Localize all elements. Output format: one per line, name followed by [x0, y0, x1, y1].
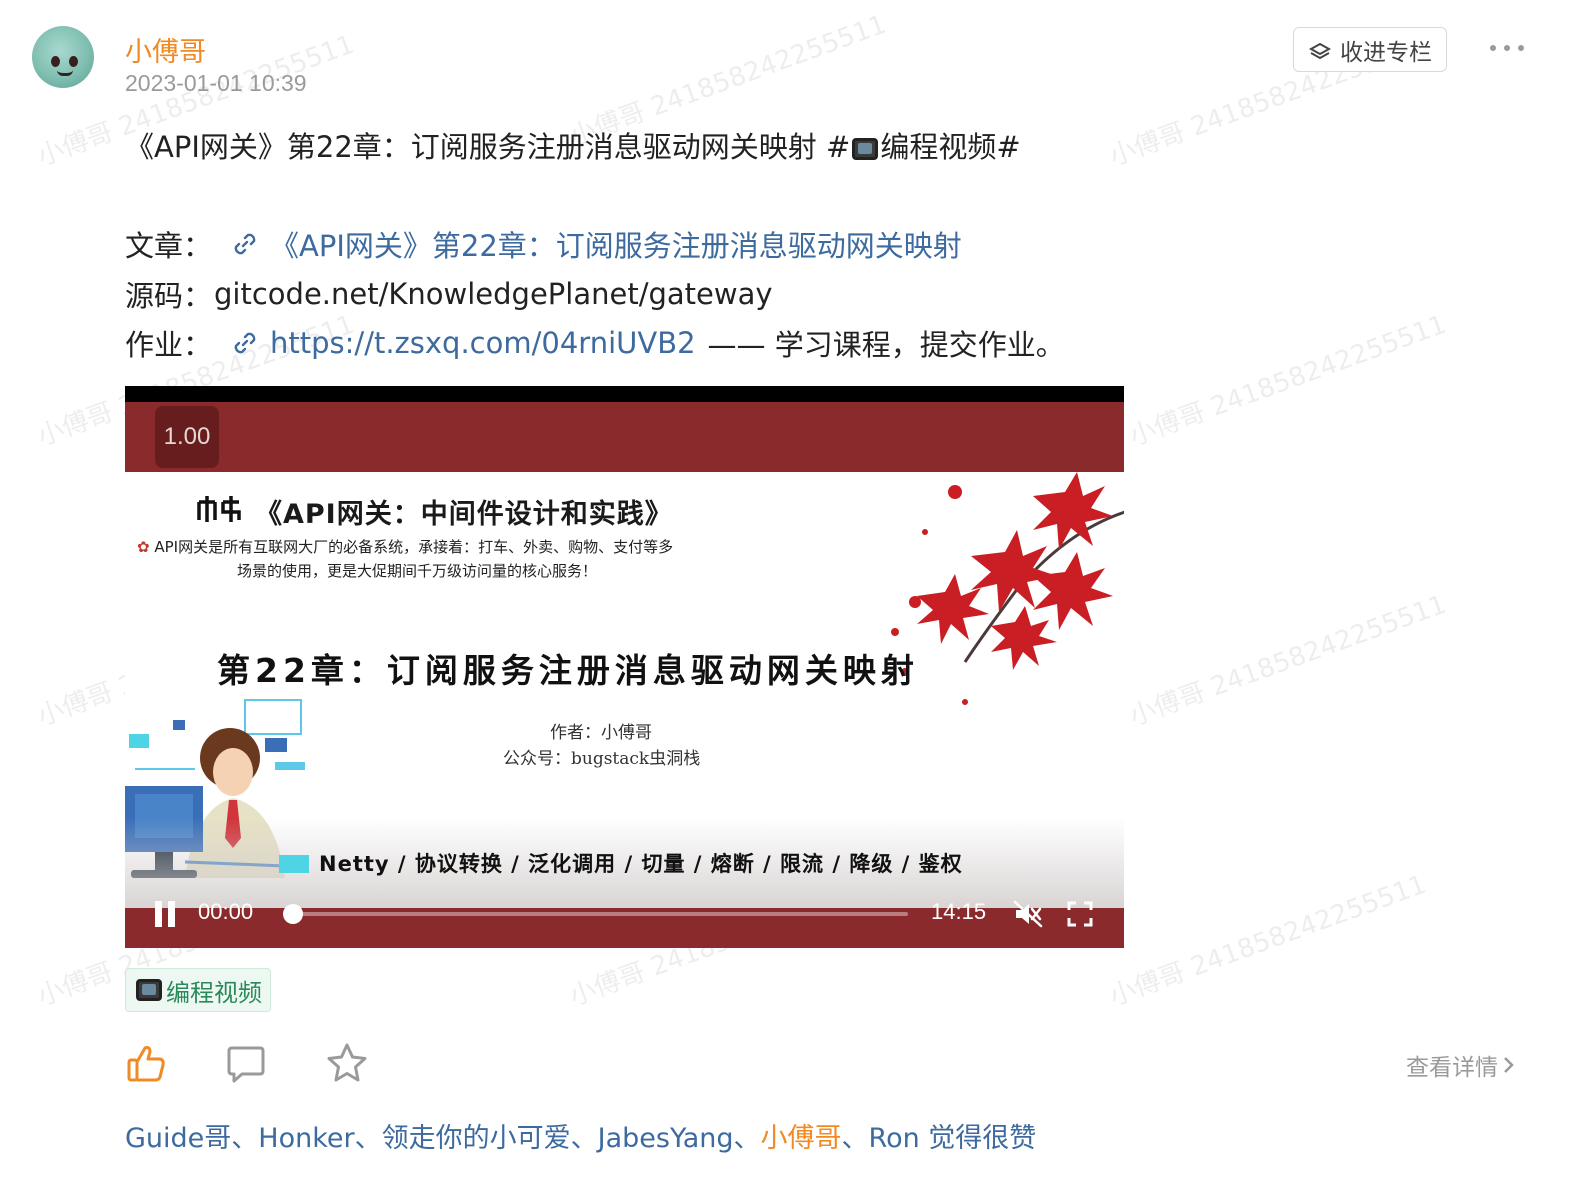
current-time: 00:00	[198, 899, 254, 924]
article-label: 文章：	[125, 229, 213, 263]
source-label: 源码：	[125, 279, 213, 313]
mute-icon[interactable]	[1013, 900, 1043, 928]
author-name[interactable]: 小傅哥	[125, 30, 206, 69]
homework-line: 作业： https://t.zsxq.com/04rniUVB2 —— 学习课程…	[125, 322, 1065, 364]
thumbs-up-icon[interactable]	[126, 1042, 168, 1084]
article-line: 文章： 《API网关》第22章：订阅服务注册消息驱动网关映射	[125, 223, 962, 265]
topic-tag-label: 编程视频	[166, 978, 262, 1007]
watermark: 小傅哥 241858242255511	[1125, 309, 1451, 453]
source-value: gitcode.net/KnowledgePlanet/gateway	[214, 277, 773, 311]
article-link[interactable]: 《API网关》第22章：订阅服务注册消息驱动网关映射	[270, 223, 962, 265]
chevron-right-icon	[1504, 1057, 1514, 1073]
more-icon[interactable]	[1490, 36, 1524, 60]
topic-tag[interactable]: 编程视频	[125, 968, 271, 1012]
post-title-tag[interactable]: 编程视频#	[880, 130, 1020, 164]
avatar-eye	[51, 56, 60, 67]
flower-icon: ✿	[137, 538, 155, 556]
view-details-label: 查看详情	[1406, 1055, 1498, 1081]
slide-keywords: Netty / 协议转换 / 泛化调用 / 切量 / 熔断 / 限流 / 降级 …	[279, 848, 963, 878]
avatar-eye	[69, 56, 78, 67]
likers-list: Guide哥、Honker、领走你的小可爱、JabesYang、小傅哥、Ron …	[125, 1116, 1036, 1155]
tv-icon	[136, 979, 162, 1001]
watermark: 小傅哥 241858242255511	[1125, 589, 1451, 733]
liker-separator: 、	[841, 1123, 869, 1154]
slide-wechat: 公众号：bugstack虫洞栈	[503, 749, 701, 769]
maple-leaves-illustration	[891, 472, 1124, 705]
slide-description-line1: ✿ API网关是所有互联网大厂的必备系统，承接着：打车、外卖、购物、支付等多	[137, 538, 674, 556]
post-title: 《API网关》第22章：订阅服务注册消息驱动网关映射 # 编程视频#	[125, 124, 1021, 166]
liker-separator: 、	[231, 1123, 259, 1154]
chapter-title: 第22章：订阅服务注册消息驱动网关映射	[217, 651, 919, 690]
watermark: 小傅哥 241858242255511	[1105, 869, 1431, 1013]
liker-name[interactable]: Guide哥	[125, 1123, 231, 1154]
playback-speed-button[interactable]: 1.00	[155, 406, 219, 468]
liker-name[interactable]: 小傅哥	[761, 1123, 842, 1154]
video-player[interactable]: 1.00 《API网关：中间件设计和实践》 ✿ API网关是所有互联网大厂的必备…	[125, 386, 1124, 948]
avatar[interactable]	[32, 26, 94, 88]
keyword-marker	[279, 855, 309, 873]
pause-icon[interactable]	[153, 901, 177, 927]
link-icon	[234, 332, 256, 354]
likers-suffix: 觉得很赞	[919, 1123, 1037, 1154]
liker-separator: 、	[733, 1123, 761, 1154]
progress-knob[interactable]	[283, 904, 303, 924]
more-dot	[1518, 45, 1524, 51]
avatar-mouth	[57, 70, 73, 76]
duration: 14:15	[931, 899, 987, 924]
gateway-logo-icon	[197, 496, 241, 522]
liker-name[interactable]: Ron	[869, 1123, 920, 1154]
collect-icon	[1308, 42, 1332, 59]
more-dot	[1504, 45, 1510, 51]
liker-name[interactable]: JabesYang	[598, 1123, 734, 1154]
tv-icon	[852, 138, 879, 160]
fullscreen-icon[interactable]	[1067, 901, 1093, 927]
more-dot	[1490, 45, 1496, 51]
homework-suffix: —— 学习课程，提交作业。	[707, 328, 1065, 362]
liker-name[interactable]: Honker	[258, 1123, 354, 1154]
collect-to-column-button[interactable]: 收进专栏	[1293, 27, 1447, 72]
liker-separator: 、	[570, 1123, 598, 1154]
homework-link[interactable]: https://t.zsxq.com/04rniUVB2	[270, 326, 696, 360]
progress-bar[interactable]	[283, 904, 908, 924]
video-frame: 《API网关：中间件设计和实践》 ✿ API网关是所有互联网大厂的必备系统，承接…	[125, 472, 1124, 908]
source-line: 源码： gitcode.net/KnowledgePlanet/gateway	[125, 273, 773, 315]
comment-icon[interactable]	[226, 1044, 266, 1084]
star-icon[interactable]	[326, 1042, 368, 1084]
slide-description-line2: 场景的使用，更是大促期间千万级访问量的核心服务！	[237, 562, 598, 580]
slide-author: 作者：小傅哥	[550, 723, 652, 743]
view-details-link[interactable]: 查看详情	[1406, 1048, 1516, 1082]
slide-title: 《API网关：中间件设计和实践》	[255, 499, 673, 530]
post-title-text: 《API网关》第22章：订阅服务注册消息驱动网关映射 #	[125, 130, 851, 164]
video-controls: 00:00 14:15	[125, 886, 1124, 942]
collect-label: 收进专栏	[1340, 39, 1432, 66]
link-icon	[234, 233, 256, 255]
liker-name[interactable]: 领走你的小可爱	[382, 1123, 571, 1154]
homework-label: 作业：	[125, 328, 213, 362]
liker-separator: 、	[354, 1123, 382, 1154]
post-time: 2023-01-01 10:39	[125, 70, 307, 96]
video-topbar	[125, 386, 1124, 402]
